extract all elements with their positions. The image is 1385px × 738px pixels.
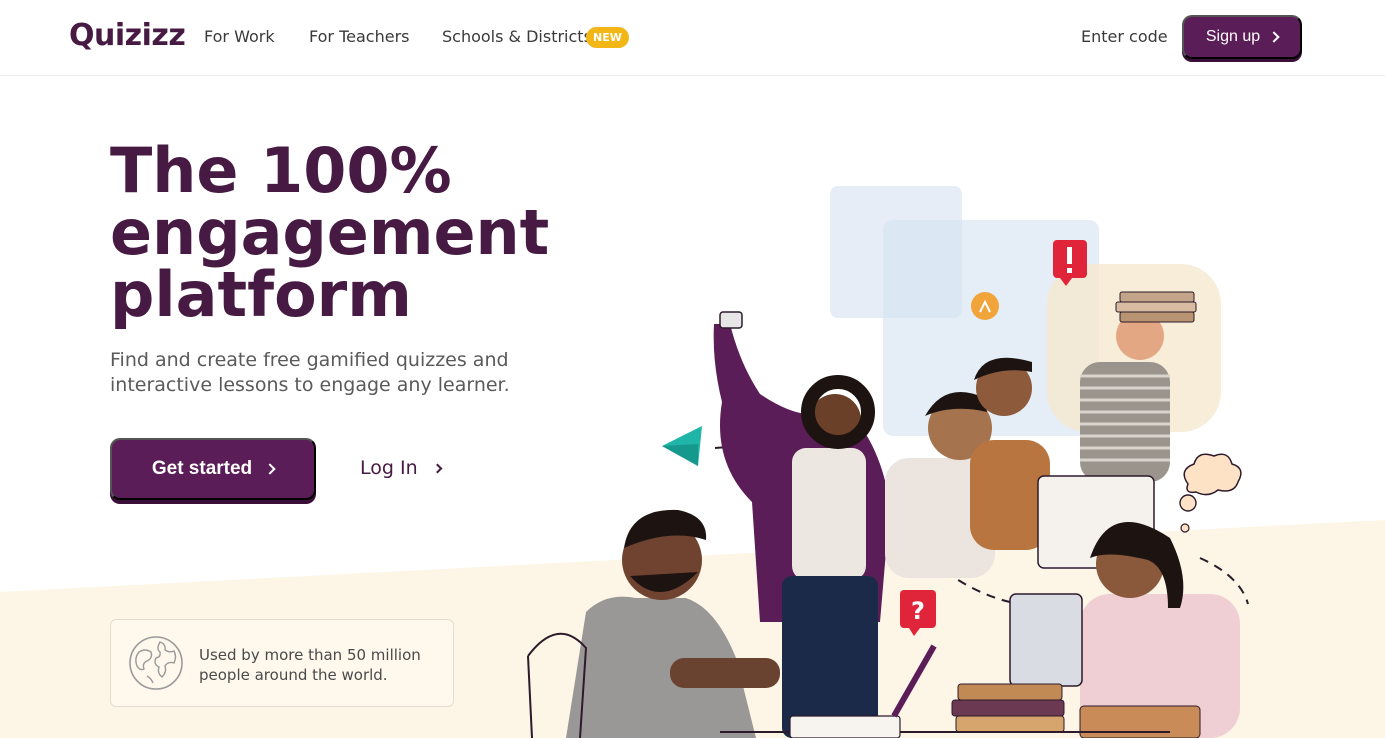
users-stat-card: Used by more than 50 million people arou… xyxy=(110,619,454,707)
chevron-right-icon xyxy=(432,463,443,473)
hero-title: The 100% engagement platform xyxy=(110,140,630,326)
quizizz-logo[interactable]: Quizizz xyxy=(69,18,186,53)
log-in-link[interactable]: Log In xyxy=(360,457,443,479)
hero-subtitle: Find and create free gamified quizzes an… xyxy=(110,349,510,396)
get-started-label: Get started xyxy=(151,458,253,479)
hero-title-line-2: engagement xyxy=(110,196,550,269)
enter-code-link[interactable]: Enter code xyxy=(1081,27,1168,46)
sign-up-button[interactable]: Sign up xyxy=(1182,15,1302,59)
users-stat-text: Used by more than 50 million people arou… xyxy=(199,646,421,684)
hero-title-line-3: platform xyxy=(110,258,412,331)
hero-illustration: ? xyxy=(527,186,1249,738)
svg-text:?: ? xyxy=(911,597,925,625)
chevron-right-icon xyxy=(264,463,276,475)
nav-for-work[interactable]: For Work xyxy=(204,27,275,46)
nav-schools-districts[interactable]: Schools & Districts xyxy=(442,27,592,46)
new-badge: NEW xyxy=(586,27,629,48)
page: Quizizz For Work For Teachers Schools & … xyxy=(0,0,1385,738)
chevron-right-icon xyxy=(1268,31,1280,43)
log-in-label: Log In xyxy=(360,457,418,479)
globe-icon xyxy=(129,636,183,690)
get-started-button[interactable]: Get started xyxy=(110,438,316,500)
sign-up-label: Sign up xyxy=(1205,28,1261,45)
top-nav: Quizizz For Work For Teachers Schools & … xyxy=(0,0,1385,76)
hero-title-line-1: The 100% xyxy=(110,134,452,207)
nav-for-teachers[interactable]: For Teachers xyxy=(309,27,409,46)
